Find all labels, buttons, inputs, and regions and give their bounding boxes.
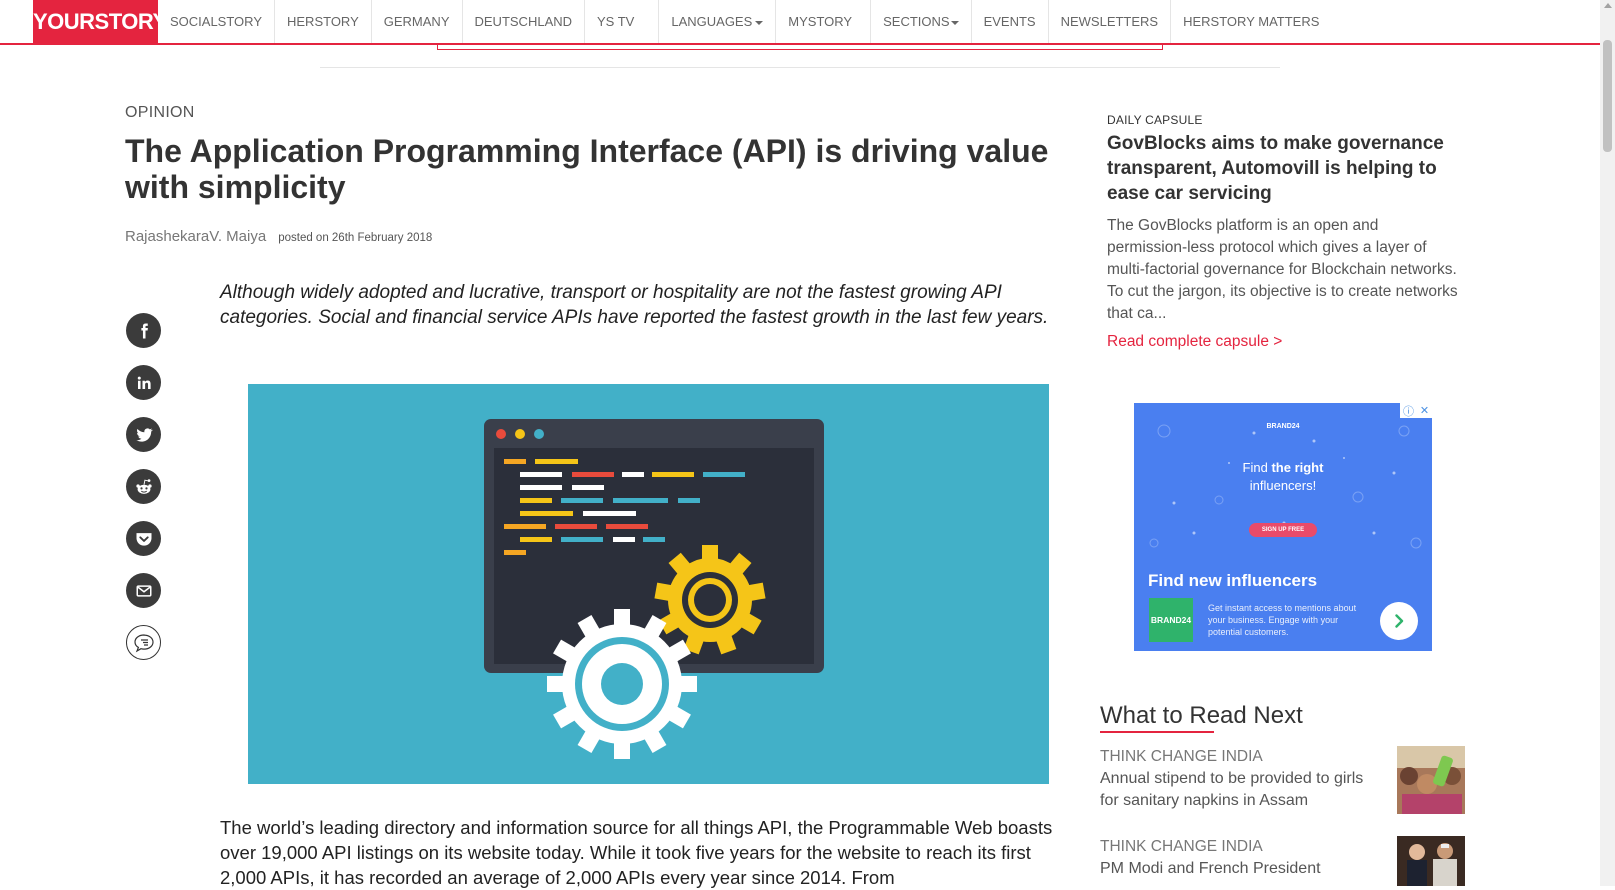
protest-photo-thumbnail [1397, 746, 1465, 814]
divider [320, 67, 1280, 68]
article-lede: Although widely adopted and lucrative, t… [220, 282, 1049, 328]
reddit-share-button[interactable] [126, 469, 161, 504]
nav-menu: SOCIALSTORY HERSTORY GERMANY DEUTSCHLAND… [158, 0, 1331, 43]
page-scrollbar[interactable] [1600, 0, 1615, 886]
nav-item-herstory[interactable]: HERSTORY [275, 0, 372, 43]
nav-item-ys-tv[interactable]: YS TV [585, 0, 660, 43]
top-ad-banner-edge [437, 44, 1163, 50]
linkedin-icon [137, 376, 151, 389]
scroll-up-arrow-icon[interactable] [1604, 3, 1612, 8]
comment-icon [133, 633, 154, 652]
scrollbar-thumb[interactable] [1603, 40, 1612, 152]
nav-item-languages[interactable]: LANGUAGES [659, 0, 777, 43]
caret-down-icon [755, 20, 764, 25]
capsule-label: DAILY CAPSULE [1107, 113, 1203, 127]
read-next-category[interactable]: THINK CHANGE INDIA [1100, 748, 1263, 766]
linkedin-share-button[interactable] [126, 365, 161, 400]
author-name[interactable]: RajashekaraV. Maiya [125, 228, 266, 245]
nav-item-newsletters[interactable]: NEWSLETTERS [1049, 0, 1172, 43]
twitter-icon [135, 427, 153, 442]
top-navbar: YOURSTORY SOCIALSTORY HERSTORY GERMANY D… [0, 0, 1600, 45]
read-next-category[interactable]: THINK CHANGE INDIA [1100, 838, 1263, 856]
pocket-icon [136, 532, 151, 546]
read-next-thumbnail[interactable] [1397, 836, 1465, 886]
capsule-title[interactable]: GovBlocks aims to make governance transp… [1107, 131, 1457, 206]
ad-tagline: Find the right influencers! [1242, 460, 1324, 493]
byline: RajashekaraV. Maiya posted on 26th Februa… [125, 228, 432, 245]
ad-brand-small: BRAND24 [1266, 423, 1300, 430]
ad-arrow-button[interactable] [1380, 602, 1418, 640]
ad-brand-logo: BRAND24 [1149, 598, 1193, 642]
capsule-summary: The GovBlocks platform is an open and pe… [1107, 217, 1458, 322]
nav-item-mystory[interactable]: MYSTORY [776, 0, 872, 43]
ad-description: Get instant access to mentions about you… [1208, 603, 1357, 637]
pocket-share-button[interactable] [126, 521, 161, 556]
ad-info-icon[interactable]: ⓘ [1403, 403, 1414, 419]
nav-item-sections[interactable]: SECTIONS [871, 0, 972, 43]
reddit-icon [135, 478, 152, 494]
comment-button[interactable] [126, 625, 161, 660]
heading-underline [1100, 731, 1214, 733]
facebook-icon [140, 323, 148, 338]
article-category[interactable]: OPINION [125, 104, 195, 122]
email-icon [136, 584, 151, 597]
nav-item-socialstory[interactable]: SOCIALSTORY [158, 0, 275, 43]
read-next-thumbnail[interactable] [1397, 746, 1465, 814]
nav-item-events[interactable]: EVENTS [972, 0, 1049, 43]
article-body-paragraph: The world’s leading directory and inform… [220, 817, 1053, 888]
nav-item-deutschland[interactable]: DEUTSCHLAND [463, 0, 586, 43]
ad-headline: Find new influencers [1148, 571, 1318, 590]
article-hero-image [248, 384, 1049, 784]
ad-close-controls[interactable]: ⓘ ✕ [1400, 403, 1432, 418]
read-next-heading: What to Read Next [1100, 702, 1303, 729]
caret-down-icon [950, 20, 959, 25]
read-capsule-link[interactable]: Read complete capsule > [1107, 333, 1282, 351]
chevron-right-icon [1395, 614, 1404, 628]
email-share-button[interactable] [126, 573, 161, 608]
nav-item-germany[interactable]: GERMANY [372, 0, 463, 43]
facebook-share-button[interactable] [126, 313, 161, 348]
article-title: The Application Programming Interface (A… [125, 133, 1049, 205]
read-next-title[interactable]: Annual stipend to be provided to girls f… [1100, 768, 1370, 812]
ad-signup-button[interactable]: SIGN UP FREE [1249, 523, 1317, 537]
twitter-share-button[interactable] [126, 417, 161, 452]
code-window-gears-illustration [484, 419, 824, 759]
ad-close-icon[interactable]: ✕ [1420, 404, 1429, 417]
post-date: posted on 26th February 2018 [278, 232, 433, 244]
read-next-title[interactable]: PM Modi and French President [1100, 858, 1370, 880]
site-logo[interactable]: YOURSTORY [33, 0, 167, 44]
leaders-photo-thumbnail [1397, 836, 1465, 886]
sidebar-advertisement[interactable]: ⓘ ✕ BRAND24 Find the right influencers! SI… [1134, 403, 1432, 651]
nav-item-herstory-matters[interactable]: HERSTORY MATTERS [1171, 0, 1331, 43]
